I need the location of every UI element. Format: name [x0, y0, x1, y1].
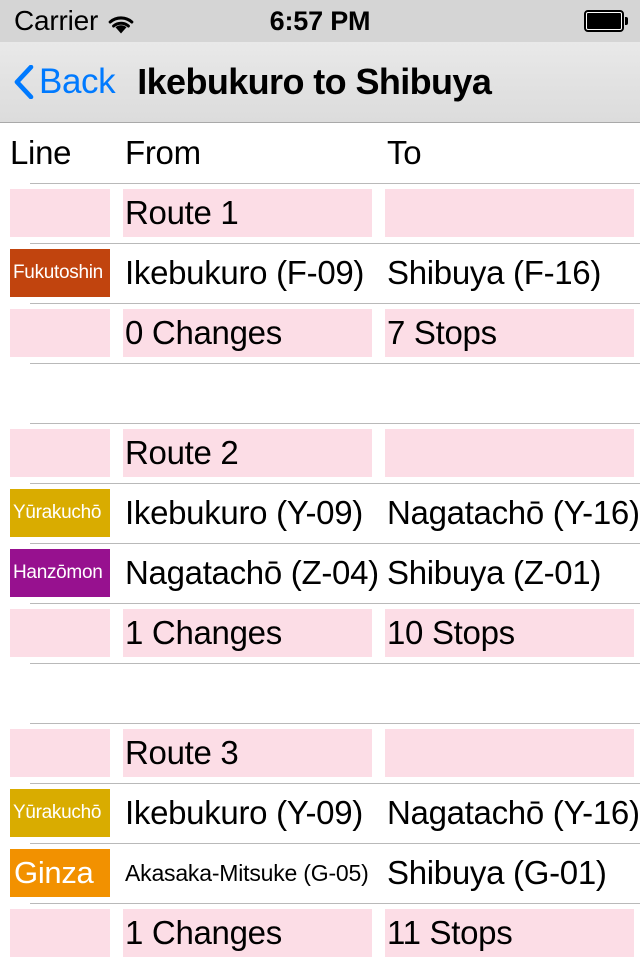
line-badge: Hanzōmon: [10, 549, 110, 597]
app-root: Carrier 6:57 PM Back Ikebukuro to Shibuy…: [0, 0, 640, 960]
status-bar-right: [584, 0, 628, 42]
route-title-label: Route 1: [123, 189, 372, 237]
row-separator: [30, 603, 640, 604]
leg-to-station-text: Nagatachō (Y-16): [387, 494, 640, 531]
routes-table: Line From To Route 1 Fukutoshin Ikebukuro (F-…: [0, 123, 640, 960]
row-separator: [30, 243, 640, 244]
route-title-line-cell: [10, 429, 110, 477]
route-summary-line-cell: [10, 909, 110, 957]
row-separator: [30, 183, 640, 184]
leg-to-station: Nagatachō (Y-16): [385, 489, 640, 537]
leg-to-station: Shibuya (F-16): [385, 249, 634, 297]
route-leg-row[interactable]: Fukutoshin Ikebukuro (F-09) Shibuya (F-16): [0, 243, 640, 303]
route-summary-row[interactable]: 0 Changes 7 Stops: [0, 303, 640, 363]
leg-to-station: Shibuya (G-01): [385, 849, 634, 897]
leg-from-station-text: Ikebukuro (Y-09): [125, 794, 363, 831]
row-separator: [30, 423, 640, 424]
line-badge-cell: Fukutoshin: [10, 249, 110, 297]
route-changes-label: 1 Changes: [123, 909, 372, 957]
leg-from-station: Ikebukuro (Y-09): [123, 489, 372, 537]
leg-from-station-text: Ikebukuro (Y-09): [125, 494, 363, 531]
route-title-to-cell: [385, 189, 634, 237]
line-badge: Yūrakuchō: [10, 489, 110, 537]
leg-to-station: Nagatachō (Y-16): [385, 789, 640, 837]
route-stops-label: 7 Stops: [385, 309, 634, 357]
route-leg-row[interactable]: Hanzōmon Nagatachō (Z-04) Shibuya (Z-01): [0, 543, 640, 603]
row-separator: [30, 723, 640, 724]
route-title-label-text: Route 1: [125, 194, 239, 231]
route-summary-line-cell: [10, 309, 110, 357]
leg-from-station-text: Nagatachō (Z-04): [125, 554, 379, 591]
route-title-row[interactable]: Route 1: [0, 183, 640, 243]
column-header-to: To: [387, 134, 422, 171]
route-summary-row[interactable]: 1 Changes 11 Stops: [0, 903, 640, 960]
route-title-label-text: Route 3: [125, 734, 239, 771]
leg-from-station: Akasaka-Mitsuke (G-05): [123, 849, 372, 897]
row-separator: [30, 843, 640, 844]
line-badge-cell: Hanzōmon: [10, 549, 110, 597]
row-separator: [30, 363, 640, 364]
row-separator: [30, 903, 640, 904]
column-header-line: Line: [10, 134, 72, 171]
battery-full-icon: [584, 10, 628, 32]
route-changes-label: 0 Changes: [123, 309, 372, 357]
route-stops-label: 11 Stops: [385, 909, 634, 957]
route-leg-row[interactable]: Yūrakuchō Ikebukuro (Y-09) Nagatachō (Y-16…: [0, 783, 640, 843]
clock-label: 6:57 PM: [269, 5, 371, 36]
route-group-spacer: [0, 363, 640, 423]
route-leg-row[interactable]: Yūrakuchō Ikebukuro (Y-09) Nagatachō (Y-16…: [0, 483, 640, 543]
leg-from-station-text: Akasaka-Mitsuke (G-05): [125, 859, 369, 886]
leg-to-station-text: Shibuya (G-01): [387, 854, 607, 891]
route-stops-label-text: 10 Stops: [387, 614, 515, 651]
line-badge-cell: Yūrakuchō: [10, 489, 110, 537]
back-button-label: Back: [39, 62, 116, 101]
route-title-row[interactable]: Route 3: [0, 723, 640, 783]
table-header-row: Line From To: [0, 123, 640, 183]
back-button[interactable]: Back: [14, 62, 116, 102]
route-stops-label: 10 Stops: [385, 609, 634, 657]
status-bar-clock: 6:57 PM: [0, 0, 640, 42]
leg-from-station: Nagatachō (Z-04): [123, 549, 379, 597]
route-title-to-cell: [385, 729, 634, 777]
row-separator: [30, 303, 640, 304]
route-title-row[interactable]: Route 2: [0, 423, 640, 483]
leg-to-station-text: Shibuya (Z-01): [387, 554, 602, 591]
row-separator: [30, 483, 640, 484]
route-title-label: Route 3: [123, 729, 372, 777]
route-group-spacer: [0, 663, 640, 723]
line-badge-cell: Yūrakuchō: [10, 789, 110, 837]
route-title-line-cell: [10, 729, 110, 777]
line-badge: Fukutoshin: [10, 249, 110, 297]
route-changes-label: 1 Changes: [123, 609, 372, 657]
route-leg-row[interactable]: Ginza Akasaka-Mitsuke (G-05) Shibuya (G-01…: [0, 843, 640, 903]
nav-bar: Back Ikebukuro to Shibuya: [0, 42, 640, 123]
row-separator: [30, 663, 640, 664]
route-title-line-cell: [10, 189, 110, 237]
line-badge: Yūrakuchō: [10, 789, 110, 837]
leg-from-station-text: Ikebukuro (F-09): [125, 254, 365, 291]
leg-to-station: Shibuya (Z-01): [385, 549, 634, 597]
route-title-to-cell: [385, 429, 634, 477]
route-stops-label-text: 7 Stops: [387, 314, 497, 351]
row-separator: [30, 543, 640, 544]
route-title-label-text: Route 2: [125, 434, 239, 471]
route-stops-label-text: 11 Stops: [387, 914, 513, 951]
route-summary-row[interactable]: 1 Changes 10 Stops: [0, 603, 640, 663]
chevron-left-icon: [14, 65, 34, 99]
line-badge: Ginza: [10, 849, 110, 897]
page-title: Ikebukuro to Shibuya: [137, 61, 492, 102]
route-summary-line-cell: [10, 609, 110, 657]
status-bar: Carrier 6:57 PM: [0, 0, 640, 42]
leg-from-station: Ikebukuro (Y-09): [123, 789, 372, 837]
route-changes-label-text: 1 Changes: [125, 614, 282, 651]
column-header-from: From: [125, 134, 201, 171]
route-changes-label-text: 0 Changes: [125, 314, 282, 351]
leg-to-station-text: Shibuya (F-16): [387, 254, 602, 291]
route-changes-label-text: 1 Changes: [125, 914, 282, 951]
route-title-label: Route 2: [123, 429, 372, 477]
line-badge-cell: Ginza: [10, 849, 110, 897]
leg-from-station: Ikebukuro (F-09): [123, 249, 372, 297]
row-separator: [30, 783, 640, 784]
leg-to-station-text: Nagatachō (Y-16): [387, 794, 640, 831]
